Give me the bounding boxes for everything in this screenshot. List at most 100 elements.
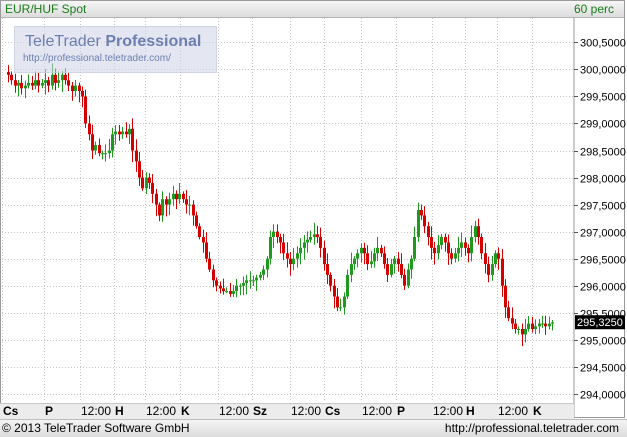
candle-body: [148, 177, 151, 183]
plot-area: [1, 18, 574, 403]
candle-body: [544, 323, 547, 327]
watermark-brand: TeleTrader Professional: [25, 33, 202, 50]
y-axis-ticks: 300,5000 300,0000 299,5000 299,0000 298,5000…: [574, 38, 626, 402]
candle-body: [44, 80, 47, 83]
candle-body: [299, 247, 302, 254]
candle-body: [454, 253, 457, 259]
y-tick-label: 298,0000: [580, 174, 626, 186]
candle-body: [329, 274, 332, 286]
candle-body: [477, 226, 480, 238]
candle-body: [101, 153, 104, 155]
candle-body: [437, 245, 440, 254]
x-tick-label: P: [45, 404, 53, 418]
candle-body: [319, 237, 322, 248]
x-tick-label: 12:00: [433, 404, 463, 418]
candle-body: [239, 285, 242, 287]
candle-body: [269, 237, 272, 259]
candle-body: [229, 291, 232, 294]
candle-body: [517, 328, 520, 330]
candle-body: [383, 253, 386, 265]
candle-body: [397, 258, 400, 265]
candle-body: [178, 193, 181, 200]
candle-body: [433, 247, 436, 254]
y-tick-label: 296,5000: [580, 255, 626, 267]
candle-body: [135, 150, 138, 162]
y-tick-label: 300,0000: [580, 65, 626, 77]
y-tick-label: 298,5000: [580, 147, 626, 159]
candle-body: [370, 261, 373, 265]
candle-body: [37, 80, 40, 86]
candle-body: [57, 80, 60, 83]
candle-body: [17, 82, 20, 86]
candle-body: [118, 131, 121, 135]
candle-body: [534, 326, 537, 329]
candle-body: [222, 288, 225, 292]
candle-body: [467, 247, 470, 254]
candle-body: [390, 264, 393, 275]
candle-body: [71, 85, 74, 92]
candle-body: [427, 226, 430, 238]
y-tick-label: 297,0000: [580, 228, 626, 240]
candle-body: [41, 82, 44, 86]
candle-body: [185, 199, 188, 205]
candle-body: [286, 253, 289, 259]
candle-body: [114, 131, 117, 135]
candle-body: [346, 274, 349, 297]
candle-body: [407, 269, 410, 286]
candle-body: [202, 237, 205, 243]
x-tick-label: P: [397, 404, 405, 418]
candle-body: [521, 328, 524, 335]
candle-body: [51, 74, 54, 86]
candle-body: [289, 258, 292, 265]
candle-body: [242, 283, 245, 286]
candle-body: [538, 323, 541, 327]
candle-body: [410, 258, 413, 270]
candle-body: [491, 264, 494, 275]
y-tick-label: 299,5000: [580, 92, 626, 104]
candle-body: [380, 247, 383, 254]
candle-body: [333, 285, 336, 297]
candle-body: [343, 296, 346, 308]
candle-body: [403, 274, 406, 286]
candle-body: [339, 307, 342, 309]
y-tick-label: 294,5000: [580, 363, 626, 375]
y-tick-label: 296,0000: [580, 282, 626, 294]
candle-body: [141, 177, 144, 189]
x-tick-label: Sz: [253, 404, 267, 418]
candle-body: [182, 193, 185, 200]
candle-body: [31, 82, 34, 86]
last-price-marker: 295,3250: [575, 315, 625, 330]
candle-body: [128, 128, 131, 135]
candle-body: [245, 280, 248, 284]
candle-body: [457, 247, 460, 254]
x-tick-label: Cs: [325, 404, 341, 418]
candle-body: [10, 74, 13, 81]
candle-body: [24, 85, 27, 89]
candle-body: [494, 253, 497, 265]
candle-body: [225, 291, 228, 293]
x-tick-label: 12:00: [498, 404, 528, 418]
candle-body: [279, 237, 282, 243]
x-tick-label: H: [115, 404, 124, 418]
candle-body: [88, 123, 91, 135]
candle-body: [366, 253, 369, 265]
candle-body: [74, 85, 77, 92]
x-tick-label: H: [466, 404, 475, 418]
candle-body: [413, 237, 416, 259]
candle-body: [121, 131, 124, 135]
candle-body: [168, 199, 171, 205]
candle-body: [323, 247, 326, 265]
candle-body: [303, 242, 306, 248]
candle-body: [313, 234, 316, 238]
x-tick-label: 12:00: [362, 404, 392, 418]
candle-body: [98, 145, 101, 154]
y-tick-label: 295,0000: [580, 336, 626, 348]
last-price-label: 295,3250: [577, 317, 623, 329]
candle-body: [84, 96, 87, 124]
candle-body: [393, 258, 396, 265]
x-tick-label: 12:00: [291, 404, 321, 418]
footer-url-link[interactable]: http://professional.teletrader.com: [445, 421, 619, 435]
candle-body: [67, 80, 70, 86]
candle-body: [165, 199, 168, 205]
x-tick-label: Cs: [3, 404, 19, 418]
